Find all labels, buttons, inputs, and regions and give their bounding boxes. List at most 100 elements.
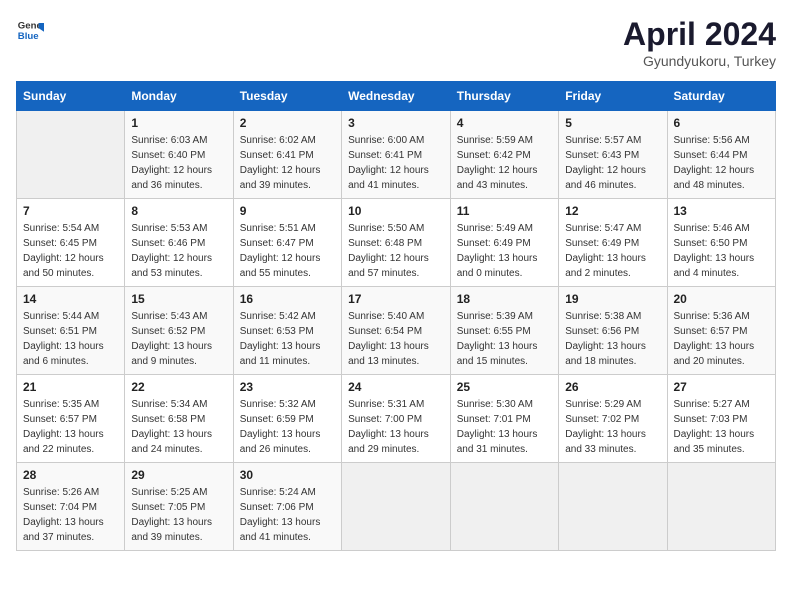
- day-number: 21: [23, 380, 118, 394]
- header-sunday: Sunday: [17, 82, 125, 111]
- calendar-cell: 11 Sunrise: 5:49 AMSunset: 6:49 PMDayligh…: [450, 199, 558, 287]
- cell-info: Sunrise: 5:30 AMSunset: 7:01 PMDaylight:…: [457, 397, 552, 457]
- day-number: 10: [348, 204, 444, 218]
- day-number: 6: [674, 116, 770, 130]
- cell-info: Sunrise: 5:51 AMSunset: 6:47 PMDaylight:…: [240, 221, 335, 281]
- day-number: 27: [674, 380, 770, 394]
- day-number: 25: [457, 380, 552, 394]
- cell-info: Sunrise: 5:44 AMSunset: 6:51 PMDaylight:…: [23, 309, 118, 369]
- cell-info: Sunrise: 5:47 AMSunset: 6:49 PMDaylight:…: [565, 221, 660, 281]
- cell-info: Sunrise: 5:53 AMSunset: 6:46 PMDaylight:…: [131, 221, 226, 281]
- cell-info: Sunrise: 5:38 AMSunset: 6:56 PMDaylight:…: [565, 309, 660, 369]
- day-number: 24: [348, 380, 444, 394]
- calendar-cell: 30 Sunrise: 5:24 AMSunset: 7:06 PMDayligh…: [233, 463, 341, 551]
- day-number: 22: [131, 380, 226, 394]
- day-number: 26: [565, 380, 660, 394]
- day-number: 17: [348, 292, 444, 306]
- cell-info: Sunrise: 5:34 AMSunset: 6:58 PMDaylight:…: [131, 397, 226, 457]
- day-number: 2: [240, 116, 335, 130]
- header-friday: Friday: [559, 82, 667, 111]
- cell-info: Sunrise: 5:25 AMSunset: 7:05 PMDaylight:…: [131, 485, 226, 545]
- cell-info: Sunrise: 6:02 AMSunset: 6:41 PMDaylight:…: [240, 133, 335, 193]
- calendar-cell: 21 Sunrise: 5:35 AMSunset: 6:57 PMDayligh…: [17, 375, 125, 463]
- logo: General Blue: [16, 16, 44, 44]
- logo-icon: General Blue: [16, 16, 44, 44]
- calendar-cell: 27 Sunrise: 5:27 AMSunset: 7:03 PMDayligh…: [667, 375, 776, 463]
- calendar-cell: 29 Sunrise: 5:25 AMSunset: 7:05 PMDayligh…: [125, 463, 233, 551]
- calendar-table: SundayMondayTuesdayWednesdayThursdayFrid…: [16, 81, 776, 551]
- header-monday: Monday: [125, 82, 233, 111]
- day-number: 20: [674, 292, 770, 306]
- calendar-cell: [450, 463, 558, 551]
- day-number: 28: [23, 468, 118, 482]
- cell-info: Sunrise: 6:00 AMSunset: 6:41 PMDaylight:…: [348, 133, 444, 193]
- header-thursday: Thursday: [450, 82, 558, 111]
- day-number: 30: [240, 468, 335, 482]
- cell-info: Sunrise: 5:54 AMSunset: 6:45 PMDaylight:…: [23, 221, 118, 281]
- header-wednesday: Wednesday: [342, 82, 451, 111]
- header-saturday: Saturday: [667, 82, 776, 111]
- calendar-cell: 6Sunrise: 5:56 AMSunset: 6:44 PMDaylight…: [667, 111, 776, 199]
- calendar-week-row: 28Sunrise: 5:26 AMSunset: 7:04 PMDayligh…: [17, 463, 776, 551]
- day-number: 14: [23, 292, 118, 306]
- cell-info: Sunrise: 5:32 AMSunset: 6:59 PMDaylight:…: [240, 397, 335, 457]
- calendar-cell: 24Sunrise: 5:31 AMSunset: 7:00 PMDayligh…: [342, 375, 451, 463]
- calendar-cell: 8 Sunrise: 5:53 AMSunset: 6:46 PMDaylight…: [125, 199, 233, 287]
- cell-info: Sunrise: 5:59 AMSunset: 6:42 PMDaylight:…: [457, 133, 552, 193]
- day-number: 18: [457, 292, 552, 306]
- calendar-header-row: SundayMondayTuesdayWednesdayThursdayFrid…: [17, 82, 776, 111]
- day-number: 4: [457, 116, 552, 130]
- calendar-cell: 17 Sunrise: 5:40 AMSunset: 6:54 PMDayligh…: [342, 287, 451, 375]
- calendar-week-row: 14 Sunrise: 5:44 AMSunset: 6:51 PMDayligh…: [17, 287, 776, 375]
- day-number: 3: [348, 116, 444, 130]
- cell-info: Sunrise: 5:36 AMSunset: 6:57 PMDaylight:…: [674, 309, 770, 369]
- cell-info: Sunrise: 5:50 AMSunset: 6:48 PMDaylight:…: [348, 221, 444, 281]
- calendar-cell: 7 Sunrise: 5:54 AMSunset: 6:45 PMDaylight…: [17, 199, 125, 287]
- calendar-cell: [559, 463, 667, 551]
- day-number: 23: [240, 380, 335, 394]
- calendar-cell: 3 Sunrise: 6:00 AMSunset: 6:41 PMDaylight…: [342, 111, 451, 199]
- calendar-week-row: 21 Sunrise: 5:35 AMSunset: 6:57 PMDayligh…: [17, 375, 776, 463]
- calendar-cell: [342, 463, 451, 551]
- calendar-week-row: 7 Sunrise: 5:54 AMSunset: 6:45 PMDaylight…: [17, 199, 776, 287]
- cell-info: Sunrise: 5:49 AMSunset: 6:49 PMDaylight:…: [457, 221, 552, 281]
- calendar-cell: 23 Sunrise: 5:32 AMSunset: 6:59 PMDayligh…: [233, 375, 341, 463]
- cell-info: Sunrise: 5:46 AMSunset: 6:50 PMDaylight:…: [674, 221, 770, 281]
- header-tuesday: Tuesday: [233, 82, 341, 111]
- calendar-cell: 14 Sunrise: 5:44 AMSunset: 6:51 PMDayligh…: [17, 287, 125, 375]
- day-number: 7: [23, 204, 118, 218]
- calendar-cell: 19 Sunrise: 5:38 AMSunset: 6:56 PMDayligh…: [559, 287, 667, 375]
- calendar-cell: 18 Sunrise: 5:39 AMSunset: 6:55 PMDayligh…: [450, 287, 558, 375]
- day-number: 5: [565, 116, 660, 130]
- cell-info: Sunrise: 5:24 AMSunset: 7:06 PMDaylight:…: [240, 485, 335, 545]
- calendar-cell: 22 Sunrise: 5:34 AMSunset: 6:58 PMDayligh…: [125, 375, 233, 463]
- day-number: 1: [131, 116, 226, 130]
- day-number: 12: [565, 204, 660, 218]
- calendar-cell: 5 Sunrise: 5:57 AMSunset: 6:43 PMDaylight…: [559, 111, 667, 199]
- day-number: 29: [131, 468, 226, 482]
- day-number: 16: [240, 292, 335, 306]
- day-number: 11: [457, 204, 552, 218]
- cell-info: Sunrise: 5:39 AMSunset: 6:55 PMDaylight:…: [457, 309, 552, 369]
- calendar-cell: 12 Sunrise: 5:47 AMSunset: 6:49 PMDayligh…: [559, 199, 667, 287]
- cell-info: Sunrise: 5:57 AMSunset: 6:43 PMDaylight:…: [565, 133, 660, 193]
- day-number: 8: [131, 204, 226, 218]
- calendar-cell: 20 Sunrise: 5:36 AMSunset: 6:57 PMDayligh…: [667, 287, 776, 375]
- day-number: 9: [240, 204, 335, 218]
- cell-info: Sunrise: 6:03 AMSunset: 6:40 PMDaylight:…: [131, 133, 226, 193]
- calendar-cell: 25 Sunrise: 5:30 AMSunset: 7:01 PMDayligh…: [450, 375, 558, 463]
- title-area: April 2024 Gyundyukoru, Turkey: [623, 16, 776, 69]
- day-number: 13: [674, 204, 770, 218]
- calendar-cell: 16Sunrise: 5:42 AMSunset: 6:53 PMDayligh…: [233, 287, 341, 375]
- cell-info: Sunrise: 5:27 AMSunset: 7:03 PMDaylight:…: [674, 397, 770, 457]
- calendar-title: April 2024: [623, 16, 776, 53]
- cell-info: Sunrise: 5:40 AMSunset: 6:54 PMDaylight:…: [348, 309, 444, 369]
- cell-info: Sunrise: 5:29 AMSunset: 7:02 PMDaylight:…: [565, 397, 660, 457]
- calendar-cell: 4 Sunrise: 5:59 AMSunset: 6:42 PMDaylight…: [450, 111, 558, 199]
- page-header: General Blue April 2024 Gyundyukoru, Tur…: [16, 16, 776, 69]
- cell-info: Sunrise: 5:43 AMSunset: 6:52 PMDaylight:…: [131, 309, 226, 369]
- day-number: 19: [565, 292, 660, 306]
- calendar-cell: [17, 111, 125, 199]
- day-number: 15: [131, 292, 226, 306]
- cell-info: Sunrise: 5:35 AMSunset: 6:57 PMDaylight:…: [23, 397, 118, 457]
